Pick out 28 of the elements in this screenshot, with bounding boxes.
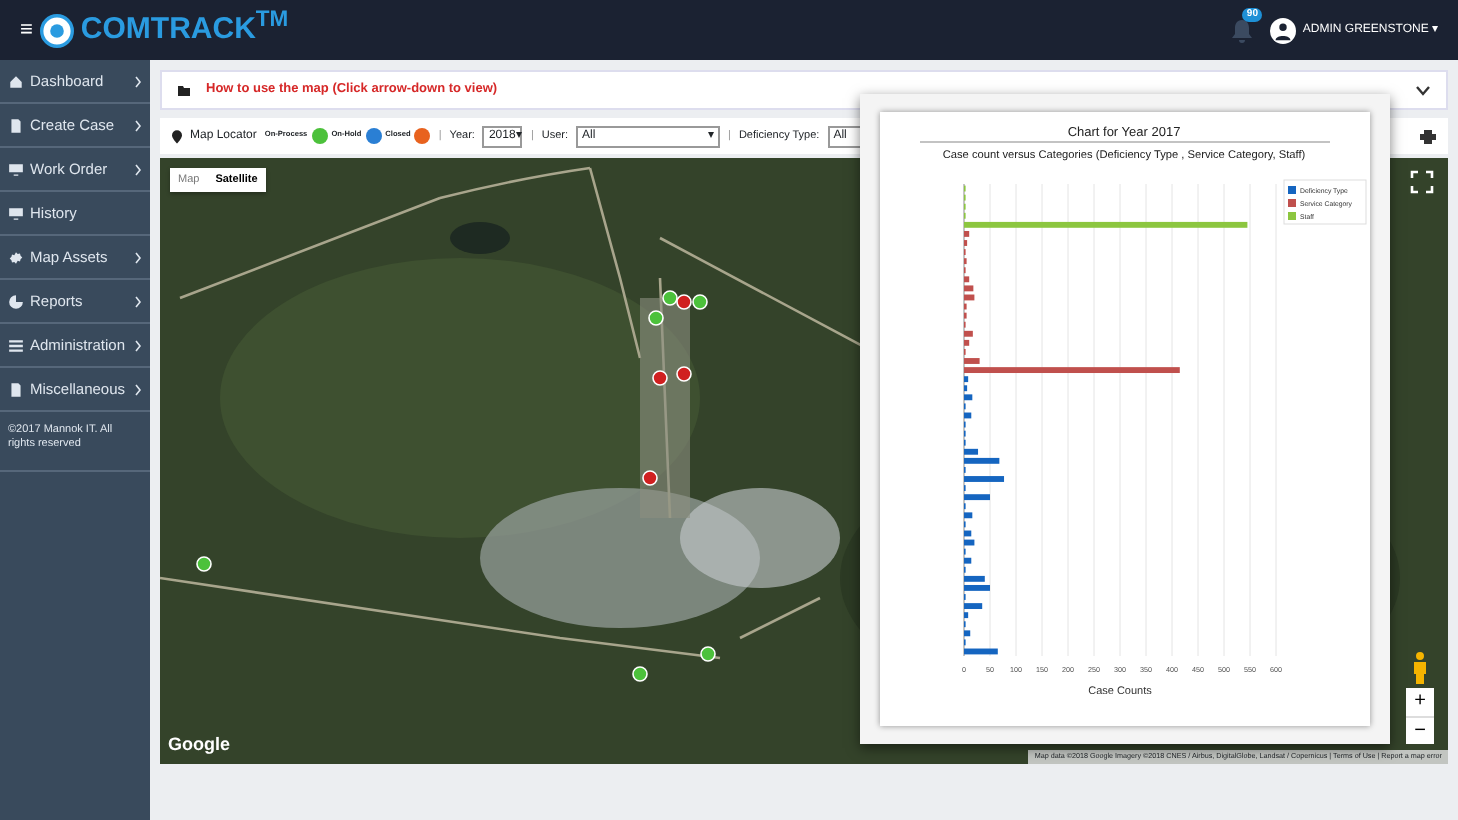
- bell-icon[interactable]: [1230, 17, 1255, 43]
- legend-swatch: [1288, 212, 1296, 220]
- zoom-in-button[interactable]: +: [1406, 688, 1434, 716]
- zoom-out-button[interactable]: −: [1406, 716, 1434, 744]
- logo-icon: [40, 13, 75, 47]
- gear-icon: [8, 249, 24, 265]
- folder-icon: [178, 85, 190, 95]
- document-icon: [8, 381, 24, 397]
- list-icon: [8, 337, 24, 353]
- home-icon: [8, 73, 24, 89]
- fullscreen-icon[interactable]: [1410, 170, 1434, 194]
- brand-name: COMTRACK$^{TM}$: [80, 7, 289, 50]
- chart-bar: [964, 585, 990, 591]
- monitor-icon: [8, 205, 24, 221]
- legend-swatch: [1288, 199, 1296, 207]
- document-icon: [8, 117, 24, 133]
- avatar-icon[interactable]: [1270, 17, 1297, 43]
- chart-bar: [964, 476, 1005, 482]
- menu-icon[interactable]: ≡: [20, 13, 33, 47]
- chart-bar: [964, 358, 980, 364]
- monitor-icon: [8, 161, 24, 177]
- legend-swatch: [1288, 186, 1296, 194]
- chart-bar: [964, 231, 970, 237]
- map-logo: Google: [168, 731, 230, 758]
- map-pin-icon: [172, 129, 182, 143]
- pegman-icon[interactable]: [1410, 652, 1430, 684]
- chevron-down-icon[interactable]: [1416, 85, 1430, 95]
- pie-chart-icon: [8, 293, 24, 309]
